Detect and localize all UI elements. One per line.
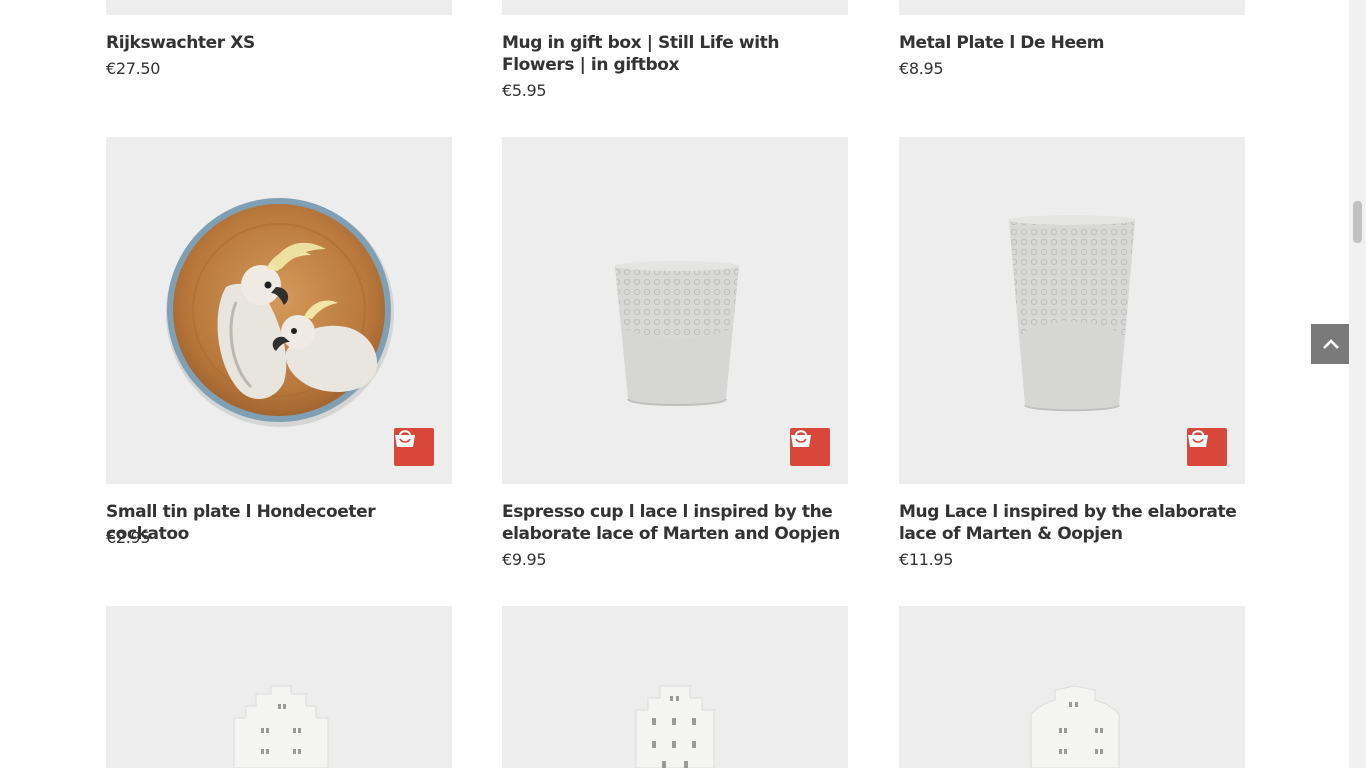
canal-house-image: [233, 685, 329, 768]
product-title[interactable]: Mug in gift box | Still Life with Flower…: [502, 32, 848, 76]
product-price: €27.50: [106, 59, 161, 78]
scrollbar-thumb[interactable]: [1353, 201, 1362, 243]
product-image[interactable]: [899, 0, 1245, 15]
product-title[interactable]: Espresso cup l lace l inspired by the el…: [502, 501, 848, 545]
product-image[interactable]: [106, 137, 452, 484]
canal-house-image: [635, 685, 715, 768]
product-title[interactable]: Mug Lace l inspired by the elaborate lac…: [899, 501, 1245, 545]
canal-house-image: [1030, 685, 1120, 768]
product-title[interactable]: Rijkswachter XS: [106, 32, 452, 54]
shopping-bag-icon: [791, 430, 811, 447]
product-image[interactable]: [502, 606, 848, 768]
shopping-bag-icon: [395, 430, 415, 447]
product-price: €8.95: [899, 59, 944, 78]
product-image[interactable]: [106, 0, 452, 15]
shopping-bag-icon: [1188, 430, 1208, 447]
add-to-cart-button[interactable]: [790, 428, 830, 466]
product-price: €11.95: [899, 550, 954, 569]
add-to-cart-button[interactable]: [394, 428, 434, 466]
add-to-cart-button[interactable]: [1187, 428, 1227, 466]
product-image[interactable]: [502, 0, 848, 15]
product-image[interactable]: [106, 606, 452, 768]
product-title[interactable]: Metal Plate l De Heem: [899, 32, 1245, 54]
product-image[interactable]: [502, 137, 848, 484]
product-price: €5.95: [502, 81, 547, 100]
chevron-up-icon: [1323, 339, 1339, 349]
product-image[interactable]: [899, 137, 1245, 484]
page-scrollbar[interactable]: [1349, 0, 1366, 768]
product-price: €9.95: [502, 550, 547, 569]
product-grid: Rijkswachter XS €27.50 Mug in gift box |…: [0, 0, 1366, 768]
product-price: €2.95: [106, 528, 151, 547]
product-title[interactable]: Small tin plate l Hondecoeter cockatoo: [106, 501, 452, 545]
back-to-top-button[interactable]: [1311, 324, 1351, 364]
product-image[interactable]: [899, 606, 1245, 768]
